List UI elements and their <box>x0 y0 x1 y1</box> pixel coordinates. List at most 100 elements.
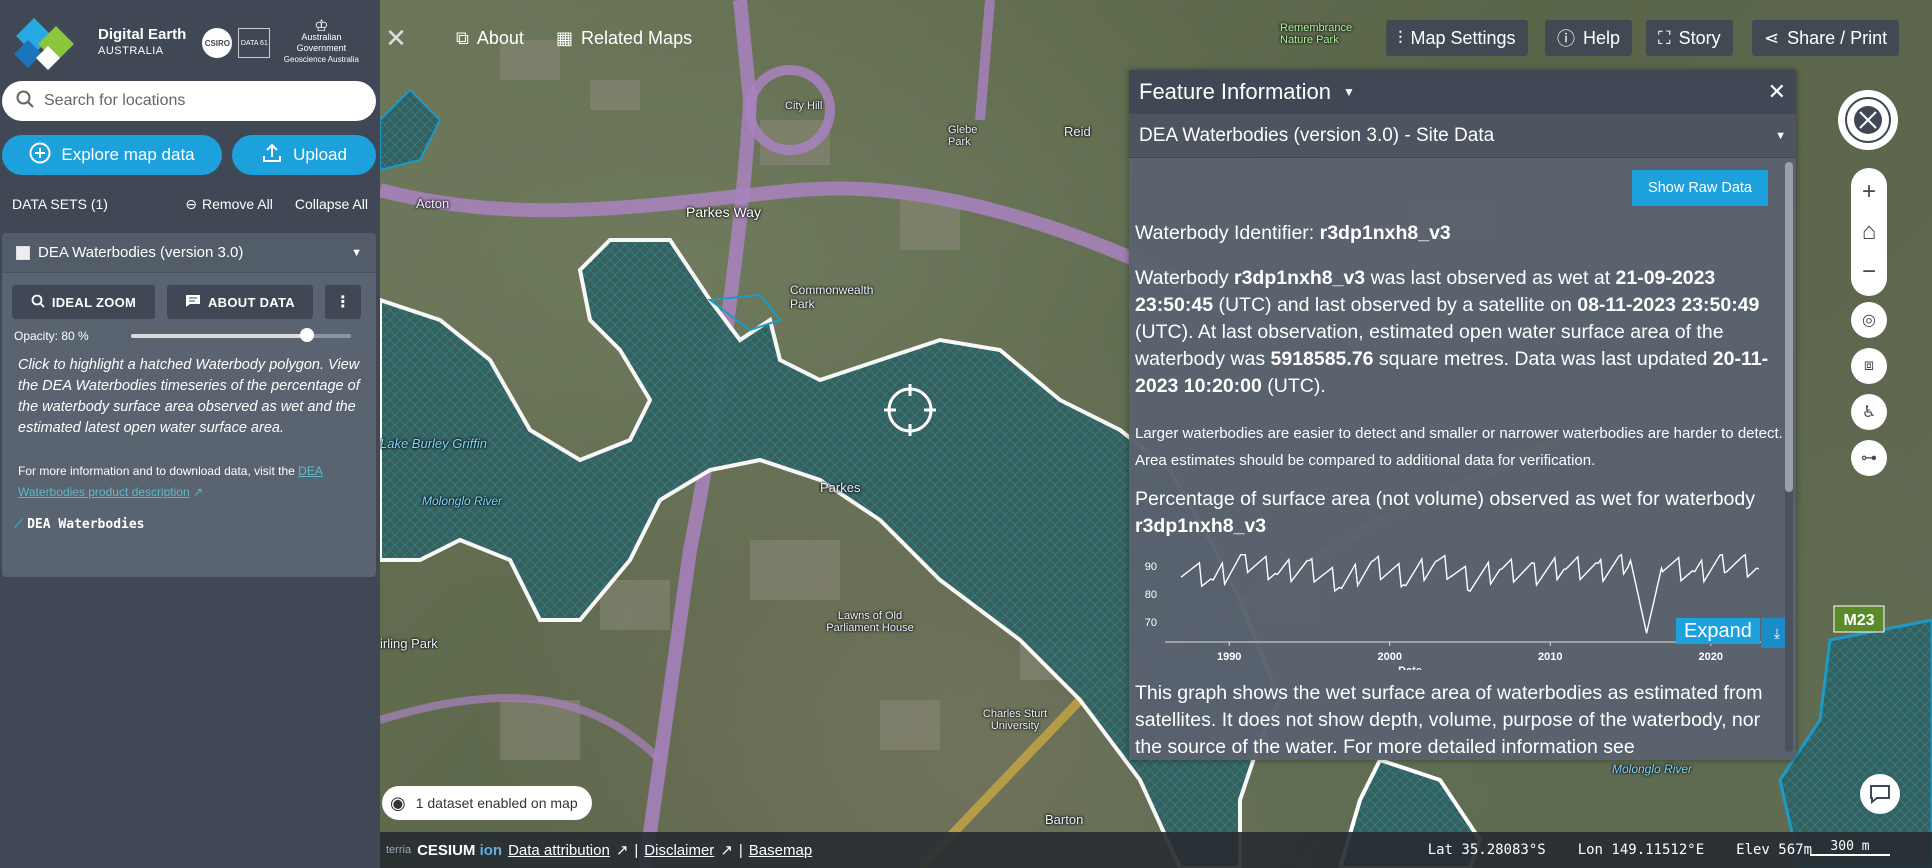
map-label-barton: Barton <box>1045 812 1084 827</box>
elevation: Elev 567m <box>1736 842 1812 858</box>
terria-logo-icon[interactable]: terria <box>386 844 411 856</box>
wet-percentage-chart[interactable]: 90 80 70 1990 2000 2010 2020 Date <box>1135 544 1785 670</box>
close-icon[interactable]: ✕ <box>1768 79 1786 105</box>
data61-logo: DATA 61 <box>238 28 271 58</box>
australian-government-logo: ♔ Australian Government Geoscience Austr… <box>276 19 366 65</box>
chart-y-tick: 80 <box>1145 589 1157 601</box>
workbench-item-title: DEA Waterbodies (version 3.0) <box>38 244 244 261</box>
about-data-label: ABOUT DATA <box>207 294 295 310</box>
cesium-ion-logo-icon[interactable]: CESIUM ion <box>417 842 502 859</box>
broadcast-icon: ◉ <box>390 792 406 813</box>
external-link-icon: ↗ <box>193 485 204 499</box>
basemap-link[interactable]: Basemap <box>749 842 812 859</box>
remove-all-label: Remove All <box>202 196 273 212</box>
upload-label: Upload <box>293 145 347 164</box>
about-data-button[interactable]: ABOUT DATA <box>167 285 313 319</box>
p1-id: r3dp1nxh8_v3 <box>1234 267 1366 289</box>
surface-area-value: 5918585.76 <box>1270 348 1374 370</box>
search-icon <box>16 90 34 113</box>
primary-actions: Explore map data Upload <box>2 135 376 175</box>
ga-label: Geoscience Australia <box>283 55 359 64</box>
help-label: Help <box>1583 27 1621 48</box>
zoom-controls: + ⌂ − <box>1851 168 1887 296</box>
accessibility-icon[interactable]: ♿ <box>1851 394 1887 430</box>
ideal-zoom-button[interactable]: IDEAL ZOOM <box>12 285 155 319</box>
related-maps-label: Related Maps <box>581 27 693 48</box>
map-label-molonglo-river: Molonglo River <box>422 494 503 508</box>
story-button[interactable]: ⛶ Story <box>1646 20 1733 56</box>
map-label-remembrance-nature-park: Remembrance Nature Park <box>1280 22 1353 46</box>
more-options-button[interactable]: ⋮ <box>325 285 361 319</box>
identifier-value: r3dp1nxh8_v3 <box>1319 222 1451 244</box>
home-icon[interactable]: ⌂ <box>1862 212 1877 252</box>
feature-info-body: Show Raw Data Waterbody Identifier: r3dp… <box>1129 158 1796 760</box>
feedback-icon[interactable] <box>1860 774 1900 814</box>
chart-x-tick: 2010 <box>1538 651 1562 663</box>
comment-icon <box>185 294 201 311</box>
map-label-charles-sturt: Charles Sturt University <box>982 708 1048 732</box>
close-panel-icon[interactable]: ✕ <box>382 22 410 54</box>
legend-line-icon: ⟋ <box>14 517 24 532</box>
info-prefix: For more information and to download dat… <box>18 464 299 478</box>
left-panel: Digital Earth AUSTRALIA CSIRO DATA 61 ♔ … <box>0 0 380 868</box>
show-raw-data-button[interactable]: Show Raw Data <box>1632 170 1768 206</box>
observation-paragraph: Waterbody r3dp1nxh8_v3 was last observed… <box>1135 265 1784 400</box>
about-button[interactable]: ⧉ About <box>444 20 536 56</box>
collapse-all-button[interactable]: Collapse All <box>295 196 368 212</box>
chart-x-label: Date <box>1398 665 1422 670</box>
visibility-checkbox[interactable] <box>16 245 30 260</box>
workbench-item-header[interactable]: DEA Waterbodies (version 3.0) ▼ <box>2 233 376 273</box>
zoom-in-button[interactable]: + <box>1862 172 1876 212</box>
brand-name: Digital Earth AUSTRALIA <box>98 27 186 59</box>
datasets-enabled-pill[interactable]: ◉ 1 dataset enabled on map <box>382 786 592 820</box>
map-label-glebe-park: Glebe Park <box>948 124 978 148</box>
workbench-description: Click to highlight a hatched Waterbody p… <box>18 357 360 436</box>
explore-map-data-button[interactable]: Explore map data <box>2 135 222 175</box>
split-screen-icon[interactable]: ⧈ <box>1851 348 1887 384</box>
story-label: Story <box>1678 27 1721 48</box>
caret-down-icon: ▼ <box>1775 129 1786 142</box>
ideal-zoom-label: IDEAL ZOOM <box>51 294 137 310</box>
search-box[interactable]: Search for locations <box>2 81 376 121</box>
opacity-label: Opacity: 80 % <box>14 329 89 343</box>
expand-chart-button[interactable]: Expand <box>1676 618 1760 644</box>
graph-explanation: This graph shows the wet surface area of… <box>1135 682 1763 758</box>
help-button[interactable]: ⓘ Help <box>1545 20 1633 56</box>
upload-button[interactable]: Upload <box>232 135 376 175</box>
share-label: Share / Print <box>1787 27 1888 48</box>
opacity-slider[interactable] <box>130 328 351 342</box>
feature-info-header: Feature Information ▼ ✕ <box>1129 70 1796 114</box>
detection-note: Larger waterbodies are easier to detect … <box>1135 425 1783 469</box>
related-maps-button[interactable]: ▦ Related Maps <box>544 20 704 56</box>
brand-subtitle: AUSTRALIA <box>98 45 164 57</box>
brand-title: Digital Earth <box>98 26 187 43</box>
data-attribution-link[interactable]: Data attribution <box>508 842 610 859</box>
disclaimer-link[interactable]: Disclaimer <box>644 842 714 859</box>
caret-down-icon[interactable]: ▼ <box>351 247 362 259</box>
compass-icon[interactable] <box>1838 90 1898 150</box>
measure-tool-icon[interactable]: ⊶ <box>1851 440 1887 476</box>
my-location-icon[interactable]: ◎ <box>1851 302 1887 338</box>
remove-all-button[interactable]: ⊖ Remove All <box>185 196 273 213</box>
p1-text: (UTC) and last observed by a satellite o… <box>1213 294 1578 316</box>
zoom-out-button[interactable]: − <box>1862 252 1876 292</box>
map-label-reid: Reid <box>1064 124 1091 139</box>
dea-logo-icon[interactable] <box>14 16 88 70</box>
identifier-label: Waterbody Identifier: <box>1135 222 1320 244</box>
map-label-city-hill: City Hill <box>785 100 823 112</box>
scrollbar-thumb[interactable] <box>1785 162 1793 492</box>
map-label-stirling-park: irling Park <box>380 636 438 651</box>
feature-info-panel: Feature Information ▼ ✕ DEA Waterbodies … <box>1129 70 1796 760</box>
opacity-slider-thumb[interactable] <box>299 328 314 342</box>
opacity-slider-fill <box>130 334 307 338</box>
caret-down-icon[interactable]: ▼ <box>1343 85 1355 99</box>
map-settings-button[interactable]: ⫶ Map Settings <box>1386 20 1528 56</box>
external-link-icon: ↗ <box>720 842 733 859</box>
grid-icon: ▦ <box>556 27 574 48</box>
gov-label: Australian Government <box>296 32 347 53</box>
story-icon: ⛶ <box>1658 27 1671 48</box>
feature-dataset-header[interactable]: DEA Waterbodies (version 3.0) - Site Dat… <box>1129 114 1796 158</box>
search-input[interactable]: Search for locations <box>44 92 185 110</box>
share-print-button[interactable]: ⋖ Share / Print <box>1752 20 1900 56</box>
explore-label: Explore map data <box>61 145 195 164</box>
